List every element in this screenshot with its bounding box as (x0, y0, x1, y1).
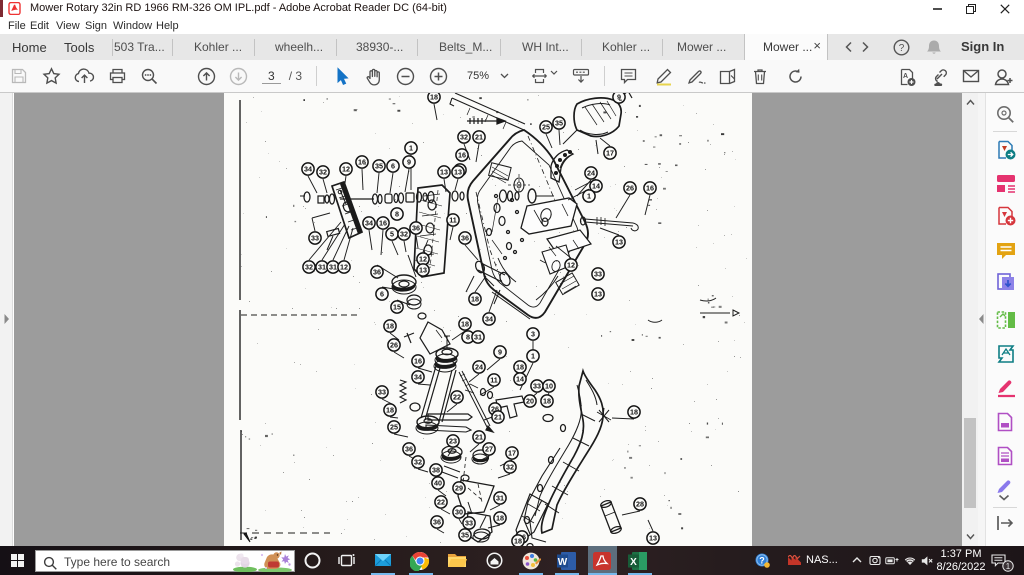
svg-text:18: 18 (630, 408, 638, 417)
svg-text:35: 35 (461, 531, 469, 540)
svg-text:33: 33 (533, 382, 541, 391)
svg-text:18: 18 (514, 537, 522, 546)
svg-text:20: 20 (526, 397, 534, 406)
svg-text:22: 22 (437, 498, 445, 507)
svg-text:X: X (630, 557, 637, 568)
svg-text:8: 8 (395, 210, 399, 219)
svg-text:32: 32 (460, 133, 468, 142)
svg-text:17: 17 (508, 449, 516, 458)
svg-text:8: 8 (466, 333, 470, 342)
svg-text:21: 21 (494, 413, 502, 422)
svg-text:33: 33 (378, 388, 386, 397)
svg-text:18: 18 (496, 514, 504, 523)
svg-text:21: 21 (475, 433, 483, 442)
svg-text:13: 13 (440, 168, 448, 177)
svg-text:11: 11 (449, 216, 457, 225)
svg-text:5: 5 (390, 230, 394, 239)
svg-text:33: 33 (465, 519, 473, 528)
svg-text:35: 35 (555, 119, 563, 128)
svg-text:18: 18 (386, 406, 394, 415)
svg-text:13: 13 (649, 534, 657, 543)
svg-text:13: 13 (615, 238, 623, 247)
svg-text:15: 15 (393, 303, 401, 312)
svg-text:18: 18 (386, 322, 394, 331)
svg-text:36: 36 (405, 445, 413, 454)
svg-text:25: 25 (390, 423, 398, 432)
svg-text:30: 30 (455, 508, 463, 517)
svg-text:16: 16 (458, 151, 466, 160)
svg-text:31: 31 (474, 333, 482, 342)
svg-text:21: 21 (475, 133, 483, 142)
svg-text:23: 23 (449, 437, 457, 446)
svg-text:24: 24 (587, 169, 595, 178)
svg-text:17: 17 (606, 149, 614, 158)
svg-text:12: 12 (419, 255, 427, 264)
svg-text:W: W (558, 557, 568, 568)
svg-text:26: 26 (626, 184, 634, 193)
svg-text:13: 13 (419, 266, 427, 275)
svg-text:6: 6 (391, 162, 395, 171)
svg-text:31: 31 (318, 263, 326, 272)
svg-text:1: 1 (531, 352, 535, 361)
svg-text:25: 25 (542, 123, 550, 132)
svg-text:14: 14 (516, 375, 524, 384)
svg-text:18: 18 (430, 93, 438, 102)
svg-text:16: 16 (646, 184, 654, 193)
svg-text:9: 9 (498, 348, 502, 357)
svg-text:12: 12 (340, 263, 348, 272)
svg-text:32: 32 (506, 463, 514, 472)
svg-text:29: 29 (455, 484, 463, 493)
svg-text:18: 18 (543, 397, 551, 406)
svg-text:35: 35 (375, 162, 383, 171)
svg-text:31: 31 (329, 263, 337, 272)
svg-text:?: ? (759, 556, 765, 566)
svg-text:26: 26 (390, 341, 398, 350)
svg-text:34: 34 (304, 165, 312, 174)
svg-text:38: 38 (432, 466, 440, 475)
svg-text:16: 16 (414, 357, 422, 366)
svg-text:18: 18 (516, 363, 524, 372)
svg-text:12: 12 (567, 261, 575, 270)
svg-text:?: ? (899, 43, 905, 54)
svg-text:11: 11 (490, 376, 498, 385)
svg-text:16: 16 (379, 219, 387, 228)
svg-text:13: 13 (454, 168, 462, 177)
svg-text:36: 36 (433, 518, 441, 527)
svg-text:13: 13 (594, 290, 602, 299)
svg-text:9: 9 (407, 158, 411, 167)
svg-text:36: 36 (412, 224, 420, 233)
svg-text:12: 12 (342, 165, 350, 174)
svg-text:3: 3 (531, 330, 535, 339)
svg-text:33: 33 (311, 234, 319, 243)
svg-text:34: 34 (365, 219, 373, 228)
svg-text:18: 18 (471, 295, 479, 304)
svg-text:32: 32 (400, 230, 408, 239)
svg-text:31: 31 (496, 494, 504, 503)
svg-text:32: 32 (305, 263, 313, 272)
svg-text:32: 32 (414, 458, 422, 467)
svg-text:A: A (903, 73, 908, 80)
svg-text:1: 1 (587, 192, 591, 201)
svg-text:34: 34 (414, 373, 422, 382)
svg-text:34: 34 (485, 315, 493, 324)
svg-text:36: 36 (373, 268, 381, 277)
svg-text:1: 1 (1006, 562, 1011, 571)
svg-text:40: 40 (434, 479, 442, 488)
svg-text:36: 36 (461, 234, 469, 243)
svg-text:1: 1 (409, 144, 413, 153)
svg-text:24: 24 (475, 363, 483, 372)
svg-text:32: 32 (319, 168, 327, 177)
svg-text:28: 28 (636, 500, 644, 509)
svg-text:27: 27 (485, 445, 493, 454)
svg-text:33: 33 (594, 270, 602, 279)
svg-text:22: 22 (453, 393, 461, 402)
svg-text:10: 10 (545, 382, 553, 391)
svg-text:14: 14 (592, 182, 600, 191)
svg-text:6: 6 (380, 290, 384, 299)
